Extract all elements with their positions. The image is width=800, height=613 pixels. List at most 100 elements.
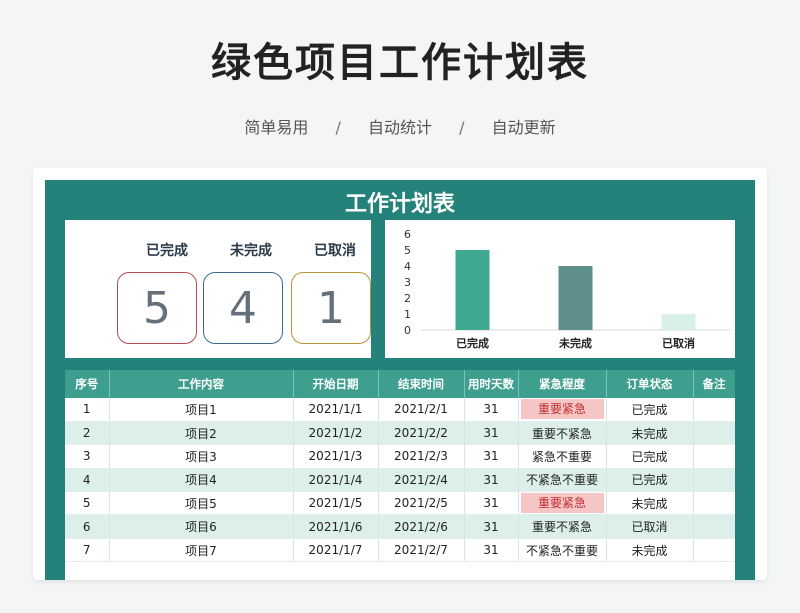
page-title: 绿色项目工作计划表 [211,40,589,86]
table-cell[interactable]: 项目1 [109,398,294,422]
subtitle-separator-1: / [335,118,341,137]
table-cell[interactable]: 重要不紧急 [518,421,607,446]
spreadsheet-preview: 工作计划表 已完成 未完成 已取消 5 4 1 0 1 2 3 4 5 6 已完成 未完成 已取消… [33,168,767,580]
table-cell[interactable]: 不紧急不重要 [518,538,607,563]
table-cell[interactable]: 不紧急不重要 [518,468,607,493]
bar [558,266,593,330]
subtitle: 简单易用 / 自动统计 / 自动更新 [0,114,800,138]
table-cell[interactable]: 已完成 [606,468,694,493]
y-tick-label: 1 [404,308,411,321]
table-cell[interactable]: 重要不紧急 [518,514,607,539]
table-cell[interactable]: 项目5 [109,491,294,516]
table-cell[interactable]: 31 [464,398,519,422]
table-cell[interactable]: 2021/1/1 [293,398,379,422]
table-cell[interactable]: 已完成 [606,398,694,422]
table-cell[interactable] [693,538,735,563]
table-cell[interactable]: 31 [464,491,519,516]
table-cell[interactable] [693,514,735,539]
table-row: 5 项目5 2021/1/5 2021/2/5 31 重要紧急 未完成 [65,491,735,516]
table-row: 4 项目4 2021/1/4 2021/2/4 31 不紧急不重要 已完成 [65,468,735,493]
bar [455,250,490,330]
table-cell[interactable]: 2021/2/2 [378,421,465,446]
table-cell[interactable]: 项目7 [109,538,294,563]
table-cell[interactable]: 项目3 [109,444,294,469]
table-row: 3 项目3 2021/1/3 2021/2/3 31 紧急不重要 已完成 [65,444,735,469]
table-cell[interactable]: 2021/1/4 [293,468,379,493]
column-header[interactable]: 紧急程度 [518,370,607,398]
table-cell[interactable]: 2021/2/1 [378,398,465,422]
table-cell[interactable]: 2021/2/7 [378,538,465,563]
table-cell[interactable]: 7 [65,538,110,563]
sheet-title: 工作计划表 [344,192,455,217]
table-cell[interactable]: 31 [464,421,519,446]
table-cell[interactable]: 未完成 [606,491,694,516]
table-cell[interactable]: 2021/1/7 [293,538,379,563]
stat-box-completed: 5 [117,272,197,344]
table-row: 7 项目7 2021/1/7 2021/2/7 31 不紧急不重要 未完成 [65,538,735,563]
table-cell[interactable]: 6 [65,514,110,539]
table-cell[interactable]: 4 [65,468,110,493]
table-cell[interactable]: 31 [464,468,519,493]
table-cell[interactable]: 2021/1/3 [293,444,379,469]
x-tick-label: 已取消 [662,336,695,350]
table-cell[interactable] [693,444,735,469]
column-header[interactable]: 开始日期 [293,370,379,398]
bar [661,314,696,330]
table-cell[interactable] [693,421,735,446]
table-cell[interactable]: 项目6 [109,514,294,539]
table-cell[interactable] [693,398,735,422]
y-tick-label: 2 [404,292,411,305]
column-header[interactable]: 备注 [693,370,735,398]
table-cell[interactable]: 已完成 [606,444,694,469]
table-cell[interactable]: 31 [464,514,519,539]
status-bar-chart: 0 1 2 3 4 5 6 已完成 未完成 已取消 [385,220,735,358]
table-cell[interactable]: 3 [65,444,110,469]
table-cell[interactable]: 31 [464,538,519,563]
table-row: 2 项目2 2021/1/2 2021/2/2 31 重要不紧急 未完成 [65,421,735,446]
table-cell[interactable]: 2021/2/3 [378,444,465,469]
table-cell[interactable]: 紧急不重要 [518,444,607,469]
column-header[interactable]: 订单状态 [606,370,694,398]
column-header[interactable]: 序号 [65,370,110,398]
subtitle-separator-2: / [459,118,465,137]
y-tick-label: 3 [404,276,411,289]
stat-label-cancelled: 已取消 [314,243,356,259]
table-cell[interactable]: 2021/2/6 [378,514,465,539]
stat-label-uncompleted: 未完成 [230,243,272,259]
table-cell[interactable]: 2 [65,421,110,446]
column-header[interactable]: 工作内容 [109,370,294,398]
urgency-badge: 重要紧急 [520,399,604,420]
x-tick-label: 已完成 [456,336,489,350]
stat-box-cancelled: 1 [291,272,371,344]
table-cell[interactable]: 未完成 [606,421,694,446]
table-cell[interactable]: 已取消 [606,514,694,539]
table-cell[interactable]: 5 [65,491,110,516]
task-table: 序号 工作内容 开始日期 结束时间 用时天数 紧急程度 订单状态 备注 1 项目1 2021/1/… [65,370,735,563]
table-cell[interactable]: 1 [65,398,110,422]
stat-label-completed: 已完成 [146,243,188,259]
table-cell[interactable]: 31 [464,444,519,469]
table-cell[interactable]: 2021/1/2 [293,421,379,446]
table-cell[interactable]: 重要紧急 [518,491,607,516]
table-cell[interactable]: 未完成 [606,538,694,563]
table-cell[interactable]: 项目4 [109,468,294,493]
table-cell[interactable]: 项目2 [109,421,294,446]
subtitle-item-2: 自动统计 [367,118,432,137]
table-cell[interactable]: 2021/2/4 [378,468,465,493]
table-cell[interactable]: 2021/1/5 [293,491,379,516]
column-header[interactable]: 结束时间 [378,370,465,398]
table-row: 6 项目6 2021/1/6 2021/2/6 31 重要不紧急 已取消 [65,514,735,539]
task-table-container: 序号 工作内容 开始日期 结束时间 用时天数 紧急程度 订单状态 备注 1 项目1 2021/1/… [65,370,735,580]
table-cell[interactable] [693,468,735,493]
table-cell[interactable] [693,491,735,516]
table-cell[interactable]: 2021/2/5 [378,491,465,516]
stat-box-uncompleted: 4 [203,272,283,344]
table-body: 1 项目1 2021/1/1 2021/2/1 31 重要紧急 已完成 2 项目2 2021/1/… [65,398,735,563]
table-cell[interactable]: 2021/1/6 [293,514,379,539]
x-tick-label: 未完成 [558,336,592,350]
table-cell[interactable]: 重要紧急 [518,398,607,422]
subtitle-item-1: 简单易用 [244,118,309,137]
column-header[interactable]: 用时天数 [464,370,519,398]
stats-panel: 已完成 未完成 已取消 5 4 1 [65,220,371,358]
table-header-row: 序号 工作内容 开始日期 结束时间 用时天数 紧急程度 订单状态 备注 [65,370,735,398]
